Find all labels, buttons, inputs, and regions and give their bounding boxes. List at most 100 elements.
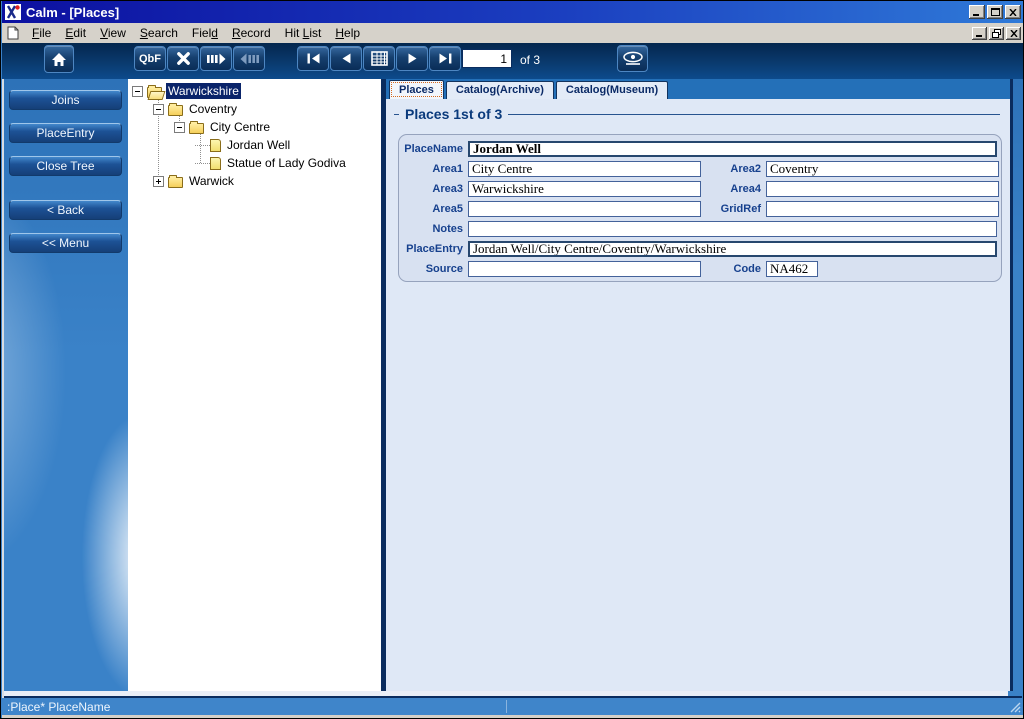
- placeentry-field[interactable]: [468, 241, 997, 257]
- previous-record-icon: [342, 53, 351, 64]
- joins-button[interactable]: Joins: [9, 90, 122, 110]
- title-bar: Calm - [Places]: [2, 1, 1023, 23]
- fast-rewind-icon: [240, 53, 259, 65]
- menu-record[interactable]: Record: [225, 24, 278, 42]
- area1-label: Area1: [432, 163, 463, 175]
- menu-help[interactable]: Help: [328, 24, 367, 42]
- collapse-icon[interactable]: [174, 121, 185, 133]
- group-line: [394, 113, 399, 115]
- document-icon[interactable]: [7, 26, 19, 40]
- workspace: Joins PlaceEntry Close Tree < Back << Me…: [2, 79, 1023, 718]
- area4-label: Area4: [730, 183, 761, 195]
- expand-button[interactable]: [167, 46, 199, 71]
- home-icon: [51, 52, 67, 67]
- fast-forward-button[interactable]: [200, 46, 232, 71]
- tab-catalog-museum[interactable]: Catalog(Museum): [555, 81, 669, 99]
- tab-places[interactable]: Places: [389, 80, 444, 99]
- tree-item-warwick[interactable]: Warwick: [128, 172, 381, 190]
- area3-label: Area3: [432, 183, 463, 195]
- first-record-button[interactable]: [297, 46, 329, 71]
- expand-icon: [176, 51, 191, 66]
- expand-plus-icon[interactable]: [153, 175, 164, 187]
- app-logo-icon: [5, 4, 21, 20]
- tree-item-label: Coventry: [189, 102, 238, 116]
- tree-connector-stub: [195, 162, 210, 164]
- resize-grip-icon[interactable]: [1009, 701, 1021, 713]
- folder-icon: [168, 174, 183, 188]
- menu-file[interactable]: File: [25, 24, 58, 42]
- last-record-button[interactable]: [429, 46, 461, 71]
- next-record-button[interactable]: [396, 46, 428, 71]
- tree-item-label: City Centre: [210, 120, 271, 134]
- status-text: :Place* PlaceName: [7, 699, 111, 714]
- last-record-icon: [439, 53, 452, 64]
- child-restore-button[interactable]: [989, 26, 1004, 40]
- group-line: [508, 113, 1000, 115]
- close-button[interactable]: [1005, 5, 1021, 19]
- menu-edit[interactable]: Edit: [58, 24, 93, 42]
- tree-item-label: Warwick: [189, 174, 234, 188]
- group-header: Places 1st of 3: [394, 106, 1000, 122]
- view-button[interactable]: [617, 45, 648, 72]
- tree-item-label: Jordan Well: [227, 138, 291, 152]
- qbf-label: QbF: [139, 52, 161, 65]
- close-tree-button[interactable]: Close Tree: [9, 156, 122, 176]
- qbf-button[interactable]: QbF: [134, 46, 166, 71]
- notes-label: Notes: [432, 223, 463, 235]
- menu-search[interactable]: Search: [133, 24, 185, 42]
- home-button[interactable]: [44, 45, 74, 73]
- tree-item-city-centre[interactable]: City Centre: [128, 118, 381, 136]
- page-icon: [210, 138, 221, 152]
- panel-right-border: [1010, 79, 1013, 691]
- tree-item-coventry[interactable]: Coventry: [128, 100, 381, 118]
- child-close-button[interactable]: [1006, 26, 1021, 40]
- record-panel: Places Catalog(Archive) Catalog(Museum) …: [386, 79, 1010, 691]
- area2-field[interactable]: [766, 161, 999, 177]
- toolbar: QbF of 3: [2, 43, 1023, 79]
- menu-hit-list[interactable]: Hit List: [278, 24, 329, 42]
- folder-icon: [189, 120, 204, 134]
- tree-item-statue-of-lady-godiva[interactable]: Statue of Lady Godiva: [128, 154, 381, 172]
- collapse-icon[interactable]: [132, 85, 143, 97]
- gridref-field[interactable]: [766, 201, 999, 217]
- menu-view[interactable]: View: [93, 24, 133, 42]
- area3-field[interactable]: [468, 181, 701, 197]
- child-minimize-button[interactable]: [972, 26, 987, 40]
- tree-item-jordan-well[interactable]: Jordan Well: [128, 136, 381, 154]
- area5-label: Area5: [432, 203, 463, 215]
- back-button[interactable]: < Back: [9, 200, 122, 220]
- minimize-button[interactable]: [969, 5, 985, 19]
- gridref-label: GridRef: [720, 203, 761, 215]
- tree-item-label: Statue of Lady Godiva: [227, 156, 346, 170]
- hit-list-grid-icon: [370, 51, 388, 66]
- previous-record-button[interactable]: [330, 46, 362, 71]
- record-number-input[interactable]: [462, 49, 512, 68]
- tree-item-label: Warwickshire: [166, 83, 241, 99]
- fast-forward-icon: [206, 53, 226, 65]
- hit-list-button[interactable]: [363, 46, 395, 71]
- record-count-label: of 3: [520, 53, 541, 67]
- tab-catalog-archive[interactable]: Catalog(Archive): [445, 81, 554, 99]
- fast-rewind-button[interactable]: [233, 46, 265, 71]
- area5-field[interactable]: [468, 201, 701, 217]
- maximize-button[interactable]: [987, 5, 1003, 19]
- area1-field[interactable]: [468, 161, 701, 177]
- menu-field[interactable]: Field: [185, 24, 225, 42]
- code-field[interactable]: [766, 261, 818, 277]
- place-entry-button[interactable]: PlaceEntry: [9, 123, 122, 143]
- source-field[interactable]: [468, 261, 701, 277]
- next-record-icon: [408, 53, 417, 64]
- folder-open-icon: [147, 84, 162, 98]
- tree-item-warwickshire[interactable]: Warwickshire: [128, 82, 381, 100]
- folder-icon: [168, 102, 183, 116]
- collapse-icon[interactable]: [153, 103, 164, 115]
- calm-application-window: Calm - [Places] File Edit View Search Fi…: [0, 0, 1024, 719]
- area4-field[interactable]: [766, 181, 999, 197]
- tree-panel: Warwickshire Coventry City Centre Jordan…: [128, 79, 381, 691]
- notes-field[interactable]: [468, 221, 997, 237]
- placename-field[interactable]: [468, 141, 997, 157]
- window-title: Calm - [Places]: [26, 4, 120, 20]
- tree-connector-line: [200, 132, 201, 163]
- menu-button[interactable]: << Menu: [9, 233, 122, 253]
- page-icon: [210, 156, 221, 170]
